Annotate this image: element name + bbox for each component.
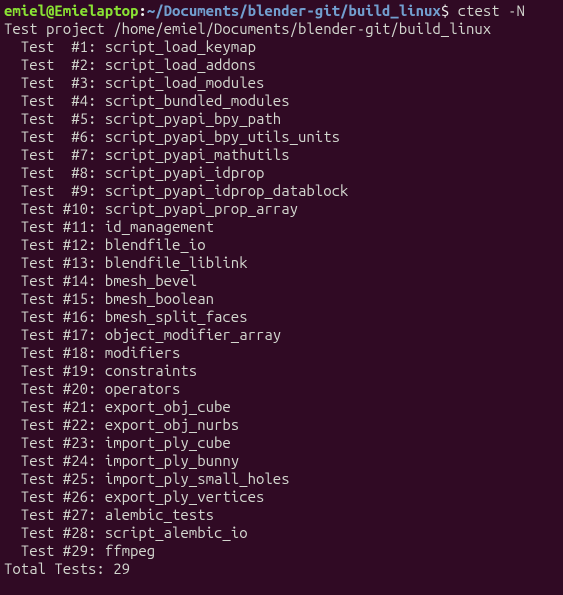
terminal-line: Test #4: script_bundled_modules bbox=[4, 92, 559, 110]
test-entry: Test #18: modifiers bbox=[4, 344, 180, 361]
test-entry: Test #5: script_pyapi_bpy_path bbox=[4, 110, 281, 127]
terminal-line: emiel@Emielaptop:~/Documents/blender-git… bbox=[4, 2, 559, 20]
terminal-line: Test #5: script_pyapi_bpy_path bbox=[4, 110, 559, 128]
test-entry: Test #21: export_obj_cube bbox=[4, 398, 231, 415]
test-entry: Test #2: script_load_addons bbox=[4, 56, 256, 73]
test-entry: Test #29: ffmpeg bbox=[4, 542, 155, 559]
terminal-line: Test #6: script_pyapi_bpy_utils_units bbox=[4, 128, 559, 146]
terminal-line: Test #8: script_pyapi_idprop bbox=[4, 164, 559, 182]
test-entry: Test #14: bmesh_bevel bbox=[4, 272, 197, 289]
terminal-line: Test project /home/emiel/Documents/blend… bbox=[4, 20, 559, 38]
prompt-path: ~/Documents/blender-git/build_linux bbox=[147, 2, 441, 19]
terminal-line: Test #19: constraints bbox=[4, 362, 559, 380]
terminal-line: Test #10: script_pyapi_prop_array bbox=[4, 200, 559, 218]
terminal-line: Test #2: script_load_addons bbox=[4, 56, 559, 74]
terminal-line: Test #20: operators bbox=[4, 380, 559, 398]
terminal-line: Test #21: export_obj_cube bbox=[4, 398, 559, 416]
terminal-line: Test #7: script_pyapi_mathutils bbox=[4, 146, 559, 164]
terminal-line: Test #23: import_ply_cube bbox=[4, 434, 559, 452]
test-entry: Test #16: bmesh_split_faces bbox=[4, 308, 248, 325]
prompt-colon: : bbox=[138, 2, 146, 19]
terminal-line: Test #18: modifiers bbox=[4, 344, 559, 362]
terminal-line: Test #26: export_ply_vertices bbox=[4, 488, 559, 506]
test-entry: Test #20: operators bbox=[4, 380, 180, 397]
test-entry: Test #8: script_pyapi_idprop bbox=[4, 164, 264, 181]
test-entry: Test #23: import_ply_cube bbox=[4, 434, 231, 451]
test-entry: Test #12: blendfile_io bbox=[4, 236, 206, 253]
test-entry: Test #7: script_pyapi_mathutils bbox=[4, 146, 290, 163]
test-entry: Test #1: script_load_keymap bbox=[4, 38, 256, 55]
terminal-line: Test #14: bmesh_bevel bbox=[4, 272, 559, 290]
terminal-line: Test #9: script_pyapi_idprop_datablock bbox=[4, 182, 559, 200]
terminal-line: Test #29: ffmpeg bbox=[4, 542, 559, 560]
total-tests-line: Total Tests: 29 bbox=[4, 560, 130, 577]
terminal-line: Test #28: script_alembic_io bbox=[4, 524, 559, 542]
terminal-line: Test #13: blendfile_liblink bbox=[4, 254, 559, 272]
test-entry: Test #17: object_modifier_array bbox=[4, 326, 281, 343]
test-entry: Test #22: export_obj_nurbs bbox=[4, 416, 239, 433]
test-entry: Test #26: export_ply_vertices bbox=[4, 488, 264, 505]
test-entry: Test #11: id_management bbox=[4, 218, 214, 235]
test-entry: Test #24: import_ply_bunny bbox=[4, 452, 239, 469]
terminal-line: Test #12: blendfile_io bbox=[4, 236, 559, 254]
terminal-line: Test #16: bmesh_split_faces bbox=[4, 308, 559, 326]
test-entry: Test #3: script_load_modules bbox=[4, 74, 264, 91]
terminal-line: Test #17: object_modifier_array bbox=[4, 326, 559, 344]
test-entry: Test #6: script_pyapi_bpy_utils_units bbox=[4, 128, 340, 145]
test-entry: Test #15: bmesh_boolean bbox=[4, 290, 214, 307]
test-entry: Test #28: script_alembic_io bbox=[4, 524, 248, 541]
prompt-dollar: $ bbox=[441, 2, 458, 19]
test-entry: Test #9: script_pyapi_idprop_datablock bbox=[4, 182, 348, 199]
test-entry: Test #27: alembic_tests bbox=[4, 506, 214, 523]
terminal-line: Test #11: id_management bbox=[4, 218, 559, 236]
terminal-line: Test #3: script_load_modules bbox=[4, 74, 559, 92]
test-entry: Test #25: import_ply_small_holes bbox=[4, 470, 290, 487]
test-entry: Test #19: constraints bbox=[4, 362, 197, 379]
test-entry: Test #4: script_bundled_modules bbox=[4, 92, 290, 109]
terminal-line: Test #27: alembic_tests bbox=[4, 506, 559, 524]
terminal-line: Test #15: bmesh_boolean bbox=[4, 290, 559, 308]
terminal-output[interactable]: emiel@Emielaptop:~/Documents/blender-git… bbox=[4, 2, 559, 578]
terminal-line: Test #25: import_ply_small_holes bbox=[4, 470, 559, 488]
test-entry: Test #10: script_pyapi_prop_array bbox=[4, 200, 298, 217]
test-entry: Test #13: blendfile_liblink bbox=[4, 254, 248, 271]
terminal-line: Test #24: import_ply_bunny bbox=[4, 452, 559, 470]
terminal-line: Test #1: script_load_keymap bbox=[4, 38, 559, 56]
terminal-line: Total Tests: 29 bbox=[4, 560, 559, 578]
prompt-user-host: emiel@Emielaptop bbox=[4, 2, 138, 19]
test-project-line: Test project /home/emiel/Documents/blend… bbox=[4, 20, 491, 37]
terminal-line: Test #22: export_obj_nurbs bbox=[4, 416, 559, 434]
prompt-command: ctest -N bbox=[458, 2, 525, 19]
